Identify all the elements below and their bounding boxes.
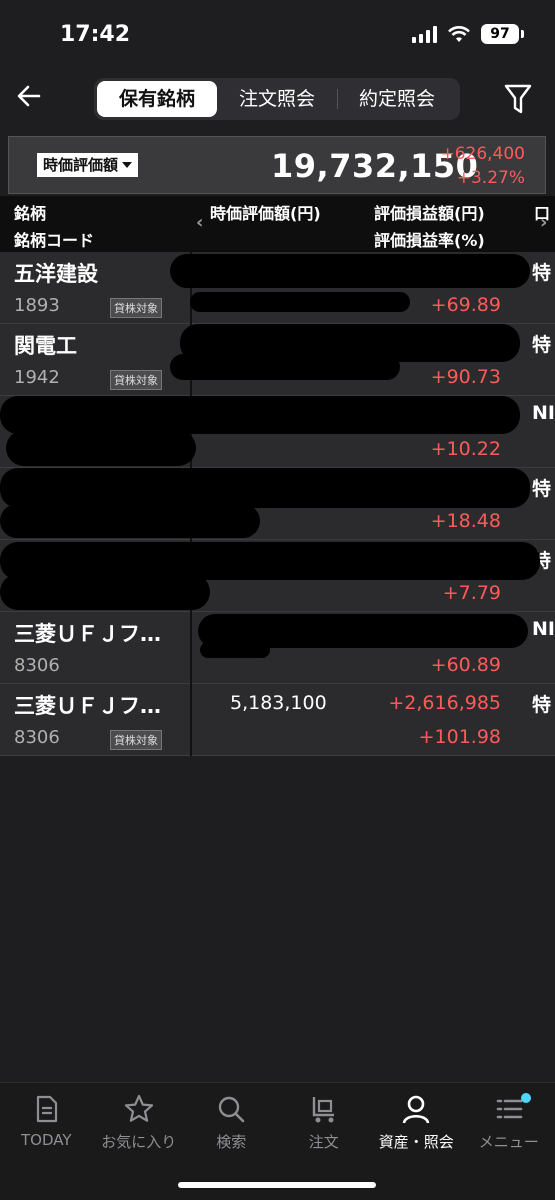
holding-rate: +10.22 [430,438,501,460]
holding-issue-cell: 関電工 1942 貸株対象 [0,324,192,396]
holding-name: 三菱ＵＦＪフ… [14,694,161,718]
holding-code: 8306 [14,727,60,748]
holding-account: 特 [532,694,552,716]
redaction-mark [190,292,410,312]
scroll-left-arrow[interactable]: ‹ [196,212,203,233]
redaction-mark [0,504,260,538]
nav-assets[interactable]: 資産・照会 [370,1083,463,1200]
nav-favorites-label: お気に入り [101,1133,177,1151]
header-unrealized-rate: 評価損益率(%) [374,231,485,250]
holding-value: 5,183,100 [230,692,327,714]
cart-icon [278,1093,371,1127]
redaction-mark [170,354,400,380]
holding-rate: +69.89 [430,294,501,316]
holding-rate: +90.73 [430,366,501,388]
tab-order-inquiry[interactable]: 注文照会 [217,81,337,117]
document-icon [0,1093,93,1127]
holding-account: 特 [532,262,552,284]
tab-holdings[interactable]: 保有銘柄 [97,81,217,117]
nav-assets-label: 資産・照会 [378,1133,454,1151]
person-icon [370,1093,463,1127]
header-market-value: 時価評価額(円) [210,204,321,223]
filter-button[interactable] [503,82,533,116]
holding-code: 1942 [14,367,60,388]
nav-today-label: TODAY [20,1131,72,1149]
nav-menu[interactable]: メニュー [463,1083,555,1200]
redaction-mark [170,254,530,288]
nav-order-label: 注文 [308,1133,339,1151]
redaction-mark [0,574,210,610]
holding-rate: +101.98 [418,726,501,748]
holding-row[interactable]: +7.79 特 [0,540,555,612]
lending-badge: 貸株対象 [110,370,162,390]
home-indicator [178,1182,376,1188]
total-change-amount: +626,400 [440,144,525,164]
back-button[interactable] [12,82,46,116]
search-icon [185,1093,278,1127]
redaction-mark [200,642,270,658]
redaction-mark [6,430,196,466]
redaction-mark [0,396,520,434]
battery-icon: 97 [481,24,524,44]
wifi-icon [448,26,470,42]
nav-favorites[interactable]: お気に入り [93,1083,186,1200]
filter-icon [504,84,532,114]
holding-account: 特 [532,478,552,500]
holding-row[interactable]: 関電工 1942 貸株対象 +90.73 特 [0,324,555,396]
holding-account: NI [532,618,555,640]
signal-icon [412,25,437,43]
header-issue: 銘柄 [14,204,47,223]
lending-badge: 貸株対象 [110,730,162,750]
nav-today[interactable]: TODAY [0,1083,93,1200]
holding-pl: +2,616,985 [388,692,501,714]
app-root: 17:42 97 保有銘柄 注文照会 約定照会 時価評価額 19,732,150… [0,0,555,1200]
holding-row[interactable]: +10.22 NI [0,396,555,468]
holding-row[interactable]: 三菱ＵＦＪフ… 8306 貸株対象 5,183,100 +2,616,985 +… [0,684,555,756]
holding-name: 五洋建設 [14,262,98,286]
holding-row[interactable]: +18.48 特 [0,468,555,540]
menu-list-icon [463,1093,555,1127]
holding-row[interactable]: 五洋建設 1893 貸株対象 +69.89 特 [0,252,555,324]
holding-rate: +7.79 [442,582,501,604]
header-unrealized-pl: 評価損益額(円) [374,204,485,223]
portfolio-summary: 時価評価額 19,732,150 +626,400 +3.27% [8,136,546,194]
holding-rate: +18.48 [430,510,501,532]
nav-menu-label: メニュー [478,1133,539,1151]
total-change: +626,400 +3.27% [440,142,525,190]
holding-row[interactable]: 三菱ＵＦＪフ… 8306 +60.89 NI [0,612,555,684]
tab-execution-inquiry[interactable]: 約定照会 [337,81,457,117]
holding-account: 特 [532,334,552,356]
holding-code: 1893 [14,295,60,316]
holding-issue-cell: 三菱ＵＦＪフ… 8306 貸株対象 [0,684,192,756]
holding-issue-cell: 五洋建設 1893 貸株対象 [0,252,192,324]
holding-code: 8306 [14,655,60,676]
arrow-left-icon [17,85,41,107]
holding-issue-cell: 三菱ＵＦＪフ… 8306 [0,612,192,684]
holding-account: NI [532,402,555,424]
scroll-right-arrow[interactable]: › [540,212,547,233]
status-icons: 97 [412,24,524,44]
nav-search-label: 検索 [216,1133,247,1151]
holdings-table-header: 銘柄 銘柄コード 時価評価額(円) 評価損益額(円) 評価損益率(%) 口 ‹ … [0,196,555,252]
bottom-navigation: TODAY お気に入り 検索 注文 資産・照会 メニュー [0,1082,555,1200]
summary-type-dropdown[interactable]: 時価評価額 [37,153,139,177]
notification-dot [521,1093,531,1103]
holding-rate: +60.89 [430,654,501,676]
redaction-mark [0,468,530,508]
holding-name: 三菱ＵＦＪフ… [14,622,161,646]
status-bar: 17:42 97 [0,0,555,70]
top-header: 保有銘柄 注文照会 約定照会 [0,76,555,122]
holding-name: 関電工 [14,334,77,358]
view-segmented-control: 保有銘柄 注文照会 約定照会 [94,78,460,120]
holdings-list: 五洋建設 1893 貸株対象 +69.89 特 関電工 1942 貸株対象 +9… [0,252,555,756]
star-icon [93,1093,186,1127]
header-issue-code: 銘柄コード [14,231,95,250]
lending-badge: 貸株対象 [110,298,162,318]
status-time: 17:42 [60,22,131,47]
total-change-percent: +3.27% [456,168,525,188]
